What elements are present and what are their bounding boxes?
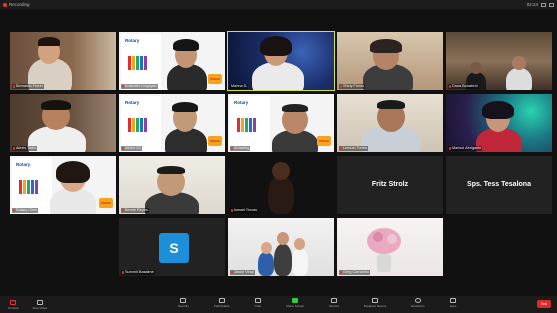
participant-tile-active-speaker[interactable]: Marina D. (227, 31, 335, 91)
end-meeting-button[interactable]: End (537, 300, 551, 308)
apps-button[interactable]: Apps (450, 298, 457, 308)
zoom-meeting-window: Recording 02:24 Bernardo Ferrer Rotary P… (0, 0, 557, 313)
recording-icon (3, 2, 7, 7)
muted-mic-icon (449, 85, 451, 88)
participant-tile[interactable]: Rotary POLIO Rotary Chris (9, 155, 117, 215)
participant-name: Greg Camaribo (343, 270, 369, 274)
muted-mic-icon (449, 147, 451, 150)
view-icon[interactable] (541, 2, 546, 7)
title-bar: Recording 02:24 (0, 0, 557, 9)
reactions-button[interactable]: Reactions (411, 298, 425, 308)
muted-mic-icon (231, 209, 233, 212)
rotary-logo: Rotary (125, 100, 140, 105)
smile-icon (414, 298, 421, 303)
muted-mic-icon (13, 209, 15, 212)
polio-badge: POLIO (208, 74, 222, 84)
participant-tile-avatar[interactable]: S Summit Basalme (118, 217, 226, 277)
participant-tile[interactable]: Rotary POLIO Albert Gil (118, 93, 226, 153)
recording-label: Recording (9, 2, 30, 7)
participant-name: Fritz Strolz (371, 181, 409, 188)
participants-button[interactable]: Participants (214, 298, 230, 308)
participant-name: Ismael Roxas (234, 208, 258, 212)
participant-name: Summit Basalme (125, 270, 154, 274)
muted-mic-icon (122, 85, 124, 88)
share-screen-button[interactable]: Share Screen (286, 298, 304, 308)
participant-tile[interactable]: Bernardo Ferrer (9, 31, 117, 91)
muted-mic-icon (13, 147, 15, 150)
participant-name: Alexis Tadlo (16, 146, 37, 150)
polio-badge: POLIO (317, 136, 331, 146)
participant-tile[interactable]: Lemuel Torres (336, 93, 444, 153)
participant-tile[interactable]: Dana Banatichi (445, 31, 553, 91)
participant-tile[interactable]: Marisol Abrigante (445, 93, 553, 153)
participant-tile-video-off[interactable]: Fritz Strolz (336, 155, 444, 215)
rotary-logo: Rotary (234, 100, 249, 105)
participant-name: Bernardo Ferrer (16, 84, 44, 88)
participant-tile[interactable]: Ismael Roxas (227, 155, 335, 215)
participant-name: Shirly Flores (343, 84, 365, 88)
participant-tile[interactable]: Shirly Flores (336, 31, 444, 91)
participant-tile[interactable]: Rotary POLIO Al Barleg (227, 93, 335, 153)
muted-mic-icon (122, 147, 124, 150)
avatar: S (159, 233, 189, 263)
polio-badge: POLIO (99, 198, 113, 208)
participant-tile[interactable]: Rotary POLIO Kristoffer Lingayan (118, 31, 226, 91)
muted-mic-icon (231, 271, 233, 274)
participant-name: Lemuel Torres (343, 146, 367, 150)
participant-name: Al Barleg (234, 146, 250, 150)
record-button[interactable]: Record (329, 298, 339, 308)
participant-tile[interactable]: Greg Camaribo (336, 217, 444, 277)
people-icon (218, 298, 225, 303)
security-button[interactable]: Security (178, 298, 189, 308)
gallery-view: Bernardo Ferrer Rotary POLIO Kristoffer … (9, 31, 554, 284)
share-icon (292, 298, 299, 303)
chat-button[interactable]: Chat (255, 298, 261, 308)
muted-mic-icon (340, 271, 342, 274)
muted-mic-icon (340, 147, 342, 150)
meeting-time: 02:24 (526, 2, 538, 7)
meeting-toolbar: Unmute Stop Video Security Participants … (0, 296, 557, 313)
grid-icon (372, 298, 379, 303)
participant-name: Dana Banatichi (452, 84, 478, 88)
participant-name: Rotary Chris (16, 208, 38, 212)
fullscreen-icon[interactable] (549, 2, 554, 7)
breakout-rooms-button[interactable]: Breakout Rooms (364, 298, 386, 308)
participant-name: Marina D. (231, 84, 248, 88)
unmute-button[interactable]: Unmute (8, 299, 19, 310)
muted-mic-icon (13, 85, 15, 88)
camera-icon (36, 299, 43, 305)
stop-video-button[interactable]: Stop Video (33, 299, 47, 310)
shield-icon (180, 298, 187, 303)
muted-mic-icon (122, 209, 124, 212)
participant-name: Sps. Tess Tesalona (467, 181, 531, 188)
rotary-logo: Rotary (16, 162, 31, 167)
muted-mic-icon (340, 85, 342, 88)
participant-name: Albert Gil (125, 146, 141, 150)
participant-tile[interactable]: Bernie Reyes (118, 155, 226, 215)
participant-tile[interactable]: Alexis Tadlo (9, 93, 117, 153)
polio-badge: POLIO (208, 136, 222, 146)
participant-name: Marisol Abrigante (452, 146, 482, 150)
mic-icon (10, 299, 17, 305)
participant-name: Bernie Reyes (125, 208, 148, 212)
participant-tile-video-off[interactable]: Sps. Tess Tesalona (445, 155, 553, 215)
chat-icon (254, 298, 261, 303)
muted-mic-icon (122, 271, 124, 274)
participant-name: Jason Viray (234, 270, 254, 274)
muted-mic-icon (231, 147, 233, 150)
rotary-logo: Rotary (125, 38, 140, 43)
apps-icon (450, 298, 457, 303)
participant-name: Kristoffer Lingayan (125, 84, 157, 88)
record-icon (331, 298, 338, 303)
participant-tile[interactable]: Jason Viray (227, 217, 335, 277)
